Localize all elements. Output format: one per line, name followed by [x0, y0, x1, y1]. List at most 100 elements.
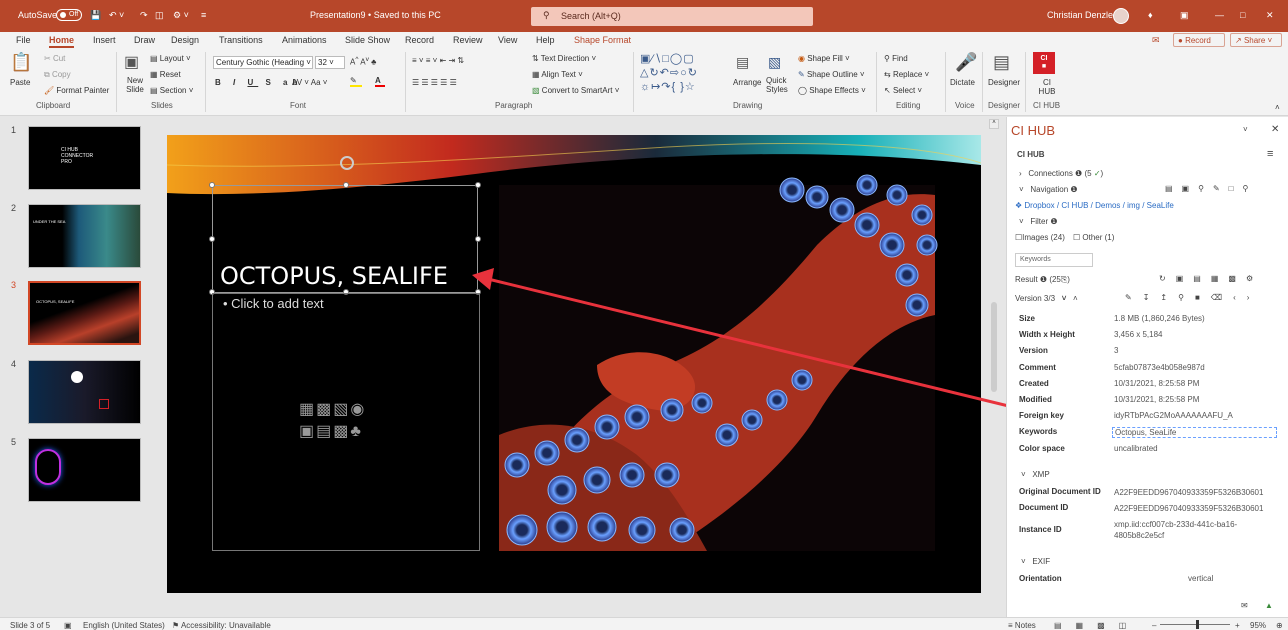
- shapes-gallery[interactable]: ▣∕∖□◯▢ △↻↶⇨○↻ ☼↦↷{ }☆: [640, 52, 730, 96]
- shape-effects-button[interactable]: ◯ Shape Effects ˅: [798, 86, 866, 95]
- collapse-ribbon-icon[interactable]: ˄: [1275, 103, 1280, 112]
- reset-button[interactable]: ▦ Reset: [150, 70, 181, 79]
- panel-close-icon[interactable]: ✕: [1271, 124, 1279, 135]
- filter-toggle[interactable]: ˅ Filter ❶: [1019, 217, 1058, 226]
- close-icon[interactable]: ✕: [1266, 10, 1274, 21]
- title-placeholder-box[interactable]: OCTOPUS, SEALIFE: [209, 182, 481, 295]
- redo-icon[interactable]: ↷: [140, 10, 148, 21]
- layout-button[interactable]: ▤ Layout ˅: [150, 54, 191, 63]
- result-view-icons[interactable]: ↻▣▤▦▩⚙: [1159, 274, 1263, 283]
- panel-scroll-up-icon[interactable]: ˄: [989, 119, 999, 129]
- quick-styles-icon[interactable]: ▧: [768, 54, 781, 71]
- tab-animations[interactable]: Animations: [282, 35, 327, 45]
- user-status-icon[interactable]: ▲: [1265, 601, 1273, 610]
- new-slide-button[interactable]: New Slide: [122, 76, 148, 94]
- panel-menu-icon[interactable]: ≡: [1267, 148, 1273, 160]
- mail-icon[interactable]: ✉: [1241, 601, 1248, 610]
- tab-home[interactable]: Home: [49, 35, 75, 48]
- other-checkbox[interactable]: ☐ Other (1): [1073, 233, 1114, 242]
- view-buttons[interactable]: ▤▦▩◫: [1054, 621, 1140, 630]
- slide-thumbnail-3[interactable]: OCTOPUS, SEALIFE: [28, 281, 141, 345]
- content-placeholder-box[interactable]: • Click to add text ▦▩▧◉ ▣▤▩♣: [212, 293, 480, 551]
- slide-thumbnail-2[interactable]: UNDER THE SEA: [28, 204, 141, 268]
- accessibility-status[interactable]: ⚑ Accessibility: Unavailable: [172, 621, 271, 630]
- insert-content-icons[interactable]: ▦▩▧◉ ▣▤▩♣: [299, 399, 366, 443]
- xmp-toggle[interactable]: ˅ XMP: [1021, 470, 1050, 479]
- tab-draw[interactable]: Draw: [134, 35, 155, 45]
- tab-record[interactable]: Record: [405, 35, 434, 45]
- tab-transitions[interactable]: Transitions: [219, 35, 263, 45]
- autosave-toggle[interactable]: Off: [56, 9, 82, 21]
- comments-icon[interactable]: ✉: [1152, 35, 1160, 46]
- breadcrumb[interactable]: ❖ Dropbox / CI HUB / Demos / img / SeaLi…: [1015, 201, 1174, 210]
- font-family-select[interactable]: Century Gothic (Heading ˅: [213, 56, 313, 69]
- slide-canvas[interactable]: OCTOPUS, SEALIFE • Click to add text ▦▩▧…: [167, 135, 981, 593]
- shape-fill-button[interactable]: ◉ Shape Fill ˅: [798, 54, 850, 63]
- arrange-button[interactable]: Arrange: [733, 78, 761, 87]
- navigation-toggle[interactable]: ˅ Navigation ❶: [1019, 185, 1078, 194]
- slide-thumbnail-4[interactable]: [28, 360, 141, 424]
- tab-shape-format[interactable]: Shape Format: [574, 35, 631, 45]
- microphone-icon[interactable]: 🎤: [955, 52, 977, 73]
- text-direction-button[interactable]: ⇅ Text Direction ˅: [532, 54, 596, 63]
- dictate-button[interactable]: Dictate: [950, 78, 975, 87]
- font-color-icon[interactable]: A: [375, 76, 385, 87]
- bullets-numbering-icon[interactable]: ≡ ˅ ≡ ˅ ⇤ ⇥ ⇅: [412, 56, 464, 65]
- zoom-slider[interactable]: [1160, 624, 1230, 625]
- find-button[interactable]: ⚲ Find: [884, 54, 908, 63]
- slide-title[interactable]: OCTOPUS, SEALIFE: [220, 262, 448, 290]
- ribbon-display-icon[interactable]: ▣: [1180, 10, 1189, 21]
- arrange-icon[interactable]: ▤: [736, 54, 749, 71]
- connections-toggle[interactable]: › Connections ❶ (5 ✓): [1019, 169, 1103, 178]
- zoom-in-icon[interactable]: +: [1235, 621, 1240, 630]
- zoom-out-icon[interactable]: –: [1152, 621, 1156, 630]
- tab-view[interactable]: View: [498, 35, 517, 45]
- spelling-icon[interactable]: ▣: [64, 621, 72, 630]
- fit-slide-icon[interactable]: ⊕: [1276, 621, 1283, 630]
- shape-outline-button[interactable]: ✎ Shape Outline ˅: [798, 70, 865, 79]
- tab-file[interactable]: File: [16, 35, 31, 45]
- font-size-grow-shrink-icon[interactable]: A^ Av ♣: [350, 56, 376, 67]
- share-button[interactable]: ↗ Share ˅: [1230, 33, 1282, 47]
- keywords-field[interactable]: Keywords: [1015, 253, 1093, 267]
- align-text-button[interactable]: ▦ Align Text ˅: [532, 70, 583, 79]
- replace-button[interactable]: ⇆ Replace ˅: [884, 70, 929, 79]
- alignment-icons[interactable]: ☰ ☰ ☰ ☰ ☰: [412, 78, 457, 87]
- panel-scrollbar[interactable]: [991, 302, 997, 392]
- character-spacing-icon[interactable]: AV ˅ Aa ˅: [292, 78, 327, 87]
- tab-insert[interactable]: Insert: [93, 35, 116, 45]
- content-placeholder-text[interactable]: • Click to add text: [223, 296, 324, 311]
- copy-button[interactable]: ⧉ Copy: [44, 70, 71, 80]
- tab-design[interactable]: Design: [171, 35, 199, 45]
- highlight-color-icon[interactable]: ✎: [350, 76, 362, 87]
- from-beginning-icon[interactable]: ◫: [155, 10, 164, 21]
- undo-icon[interactable]: ↶ ˅: [109, 10, 124, 21]
- save-icon[interactable]: 💾: [90, 10, 101, 21]
- format-painter-button[interactable]: 🖌 Format Painter: [44, 86, 109, 95]
- language-indicator[interactable]: English (United States): [83, 621, 165, 630]
- designer-button[interactable]: Designer: [988, 78, 1020, 87]
- slide-thumbnail-1[interactable]: CI HUB CONNECTOR PRO: [28, 126, 141, 190]
- quick-styles-button[interactable]: Quick Styles: [766, 76, 794, 94]
- search-box[interactable]: ⚲ Search (Alt+Q): [531, 7, 813, 26]
- avatar[interactable]: [1113, 8, 1129, 24]
- designer-icon[interactable]: ▤: [993, 52, 1010, 73]
- minimize-icon[interactable]: —: [1215, 10, 1224, 20]
- diamond-icon[interactable]: ♦: [1148, 10, 1153, 20]
- restore-icon[interactable]: □: [1240, 10, 1245, 20]
- paste-icon[interactable]: 📋: [10, 52, 32, 73]
- font-size-select[interactable]: 32 ˅: [315, 56, 345, 69]
- section-button[interactable]: ▤ Section ˅: [150, 86, 193, 95]
- paste-button[interactable]: Paste: [10, 78, 30, 87]
- new-slide-icon[interactable]: ▣: [124, 52, 139, 72]
- convert-smartart-button[interactable]: ▧ Convert to SmartArt ˅: [532, 86, 619, 95]
- slide-thumbnail-5[interactable]: [28, 438, 141, 502]
- notes-button[interactable]: ≡ Notes: [1008, 621, 1036, 630]
- customize-qat-icon[interactable]: ≡: [201, 10, 206, 20]
- user-name[interactable]: Christian Denzler: [1047, 10, 1116, 20]
- cihub-logo-icon[interactable]: CI ■: [1033, 52, 1055, 74]
- navigation-tool-icons[interactable]: ▤▣⚲✎□⚲: [1165, 184, 1257, 193]
- exif-toggle[interactable]: ˅ EXIF: [1021, 557, 1050, 566]
- panel-options-icon[interactable]: ˅: [1243, 125, 1248, 134]
- tab-slide-show[interactable]: Slide Show: [345, 35, 390, 45]
